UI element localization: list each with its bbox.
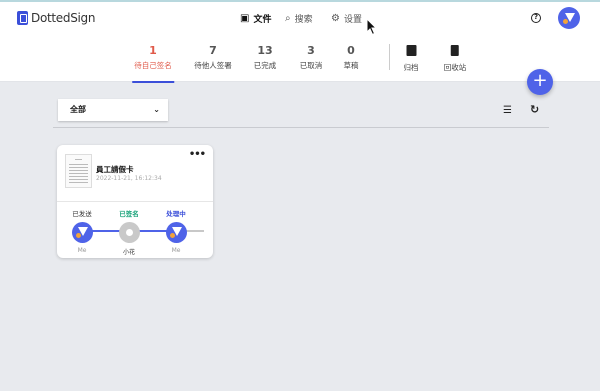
tab-drafts[interactable]: 0 草稿 [344,44,359,71]
nav-search-label: 搜索 [294,15,313,25]
tab-label: 归档 [403,63,419,72]
trash-icon [451,45,459,56]
step-signer-name: Me [77,247,87,254]
document-date: 2022-11-21, 16:12:34 [96,175,162,182]
signer-step: 处理中 Me [156,208,196,254]
signer-avatar [165,222,187,243]
step-status: 已签名 [119,210,139,218]
nav-settings[interactable]: ⚙ 设置 [331,12,362,25]
tabs-divider [389,44,390,70]
signer-step: 已发送 Me [62,208,102,254]
nav-search[interactable]: ⌕ 搜索 [285,12,313,25]
tab-cancelled[interactable]: 3 已取消 [300,44,323,71]
refresh-icon[interactable]: ↻ [530,103,539,116]
mouse-cursor-icon [366,18,378,36]
document-title: 員工請假卡 [96,165,134,174]
signer-avatar [118,222,140,243]
step-status: 已发送 [72,210,92,218]
signer-avatar [71,222,93,243]
app-logo[interactable]: DottedSign [17,11,95,25]
tab-count: 0 [347,44,355,57]
tab-count: 13 [257,44,273,57]
list-view-icon[interactable]: ☰ [503,105,512,116]
tab-count: 1 [149,44,157,57]
search-icon: ⌕ [285,13,291,24]
nav-settings-label: 设置 [343,15,362,25]
status-tabs-bar: 1 待自己签名 7 待他人签署 13 已完成 3 已取消 0 草稿 归档 回收站 [0,36,600,83]
inbox-icon: ▣ [240,13,250,24]
tab-label: 待自己签名 [134,61,172,70]
tab-label: 草稿 [343,61,359,70]
tab-count: 7 [209,44,217,57]
section-divider [53,127,549,128]
logo-text: DottedSign [31,11,96,25]
avatar-dot-icon [563,19,568,24]
archive-icon [406,45,416,56]
question-icon[interactable]: ? [531,13,541,23]
user-avatar[interactable] [558,7,580,29]
step-status: 处理中 [166,210,186,218]
logo-mark-icon [17,11,28,25]
more-options-icon[interactable]: ••• [189,149,206,160]
tab-label: 已取消 [299,61,323,70]
tab-label: 回收站 [443,63,467,72]
tab-waiting-others[interactable]: 7 待他人签署 [194,44,232,71]
tab-trash[interactable]: 回收站 [443,45,467,73]
document-thumbnail [65,154,92,188]
filter-selected-value: 全部 [70,105,86,114]
gear-icon: ⚙ [331,13,340,24]
card-divider [57,201,213,202]
filter-select[interactable]: 全部 ⌄ [58,99,168,121]
tab-count: 3 [307,44,315,57]
top-bar: DottedSign ▣ 文件 ⌕ 搜索 ⚙ 设置 ? [0,0,600,36]
add-document-button[interactable]: + [527,69,553,95]
tab-label: 待他人签署 [194,61,232,70]
nav-documents[interactable]: ▣ 文件 [240,12,271,25]
tab-label: 已完成 [253,61,277,70]
nav-documents-label: 文件 [253,15,272,25]
step-signer-name: 小花 [122,249,135,256]
document-card[interactable]: 員工請假卡 2022-11-21, 16:12:34 ••• 已发送 Me 已签… [57,145,213,258]
chevron-down-icon: ⌄ [153,105,160,114]
signer-step: 已签名 小花 [109,208,149,256]
step-signer-name: Me [171,247,181,254]
tab-waiting-me[interactable]: 1 待自己签名 [132,44,174,83]
tab-archive[interactable]: 归档 [404,45,419,73]
tab-completed[interactable]: 13 已完成 [254,44,277,71]
